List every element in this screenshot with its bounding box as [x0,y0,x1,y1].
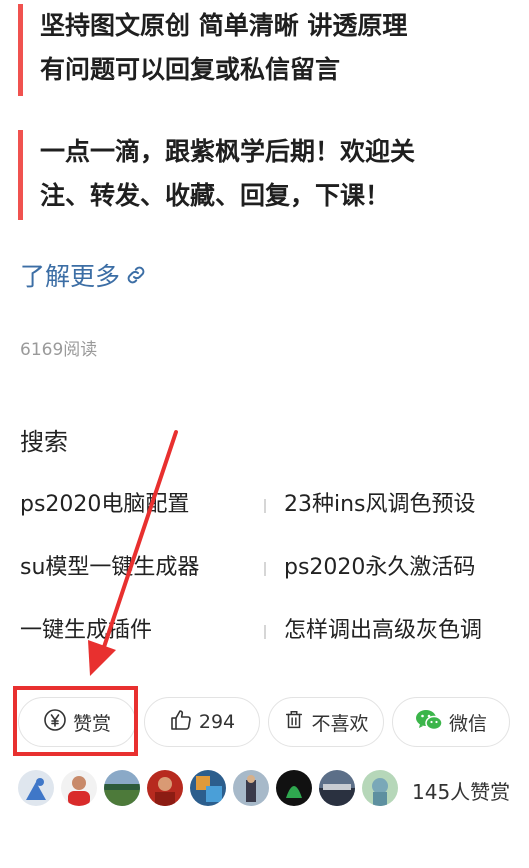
like-count: 294 [198,711,236,733]
wechat-icon [415,708,443,737]
search-suggestion[interactable]: ps2020永久激活码 [284,546,502,590]
dislike-label: 不喜欢 [311,712,369,735]
search-row: ps2020电脑配置 23种ins风调色预设 [20,483,520,546]
wechat-share-button[interactable]: 微信 [392,697,510,747]
link-icon [124,263,148,287]
quote-line: 有问题可以回复或私信留言 [40,55,341,84]
learn-more-link[interactable]: 了解更多 [20,257,148,293]
divider [264,625,266,639]
wechat-label: 微信 [448,712,487,735]
divider [264,499,266,513]
trash-icon [283,709,305,736]
reward-button[interactable]: 赞赏 [18,697,136,747]
avatar[interactable] [104,770,140,806]
search-suggestion[interactable]: 怎样调出高级灰色调 [284,609,502,653]
quote-line: 坚持图文原创 简单清晰 讲透原理 [40,11,408,40]
supporter-avatars [18,770,398,806]
divider [264,562,266,576]
avatar[interactable] [276,770,312,806]
action-bar: 赞赏 294 不喜欢 微信 [18,697,510,747]
quote-line: 注、转发、收藏、回复，下课！ [40,181,391,210]
learn-more-label: 了解更多 [20,262,121,291]
reward-label: 赞赏 [72,712,111,735]
yuan-icon [43,708,67,737]
search-suggestion[interactable]: 23种ins风调色预设 [284,483,502,527]
search-suggestions: ps2020电脑配置 23种ins风调色预设 su模型一键生成器 ps2020永… [20,483,520,672]
avatar[interactable] [18,770,54,806]
avatar[interactable] [233,770,269,806]
reward-count: 145人赞赏 [412,780,511,804]
thumbs-up-icon [169,708,193,737]
quote-line: 一点一滴，跟紫枫学后期！欢迎关 [40,137,416,166]
search-suggestion[interactable]: 一键生成插件 [20,609,264,653]
avatar[interactable] [147,770,183,806]
dislike-button[interactable]: 不喜欢 [268,697,384,747]
quote-block-1: 坚持图文原创 简单清晰 讲透原理 有问题可以回复或私信留言 [18,4,518,96]
read-count: 6169阅读 [20,340,98,360]
avatar[interactable] [190,770,226,806]
avatar[interactable] [61,770,97,806]
search-heading: 搜索 [20,428,68,456]
like-button[interactable]: 294 [144,697,260,747]
search-suggestion[interactable]: su模型一键生成器 [20,546,264,590]
quote-block-2: 一点一滴，跟紫枫学后期！欢迎关 注、转发、收藏、回复，下课！ [18,130,518,220]
avatar[interactable] [362,770,398,806]
search-row: su模型一键生成器 ps2020永久激活码 [20,546,520,609]
avatar[interactable] [319,770,355,806]
search-suggestion[interactable]: ps2020电脑配置 [20,483,264,527]
search-row: 一键生成插件 怎样调出高级灰色调 [20,609,520,672]
